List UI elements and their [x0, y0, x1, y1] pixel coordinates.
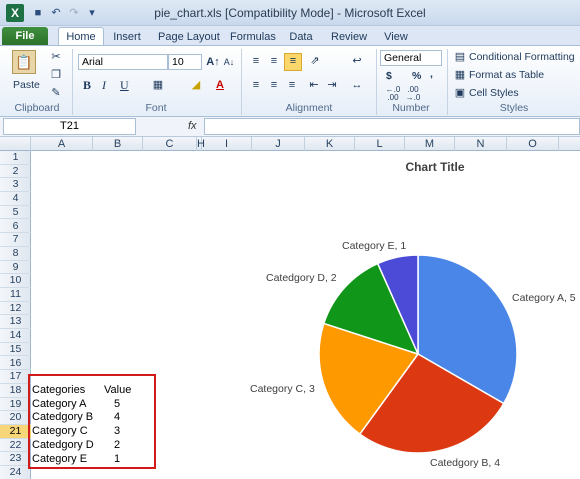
- slice-label: Category E, 1: [342, 240, 407, 252]
- slice-label: Catedgory B, 4: [430, 457, 501, 469]
- slice-label: Category A, 5: [512, 292, 576, 304]
- slice-label: Category C, 3: [250, 383, 315, 395]
- pie-chart[interactable]: [0, 0, 580, 479]
- excel-window: X ■ ↶ ↷ ▾ pie_chart.xls [Compatibility M…: [0, 0, 580, 479]
- slice-label: Catedgory D, 2: [266, 272, 337, 284]
